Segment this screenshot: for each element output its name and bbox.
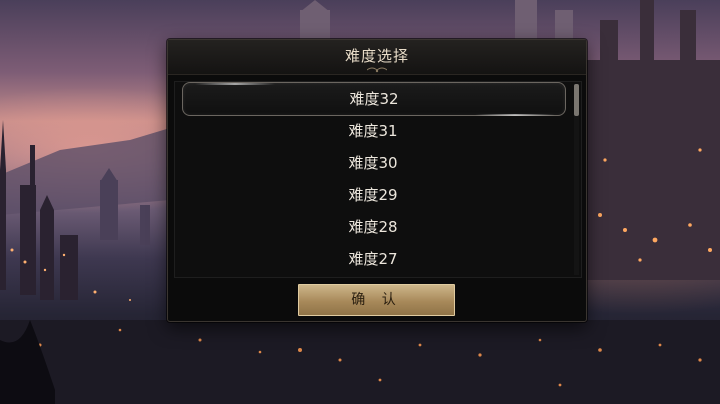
dialog-header: 难度选择 <box>168 40 586 75</box>
difficulty-list[interactable]: 难度32 难度31 难度30 难度29 难度28 难度27 <box>174 81 582 278</box>
list-item-difficulty-28[interactable]: 难度28 <box>175 212 571 242</box>
ornament-icon <box>367 67 387 73</box>
list-item-difficulty-27[interactable]: 难度27 <box>175 244 571 274</box>
selection-glow <box>475 114 555 116</box>
list-item-difficulty-30[interactable]: 难度30 <box>175 148 571 178</box>
selection-glow <box>195 83 275 85</box>
list-item-difficulty-32[interactable]: 难度32 <box>182 82 566 116</box>
list-item-difficulty-29[interactable]: 难度29 <box>175 180 571 210</box>
confirm-button[interactable]: 确 认 <box>298 284 455 316</box>
dialog-title: 难度选择 <box>344 47 409 65</box>
scrollbar-thumb[interactable] <box>574 84 579 116</box>
list-item-difficulty-31[interactable]: 难度31 <box>175 116 571 146</box>
difficulty-dialog: 难度选择 难度32 难度31 难度30 难度29 难度28 难度27 确 认 <box>167 39 587 322</box>
